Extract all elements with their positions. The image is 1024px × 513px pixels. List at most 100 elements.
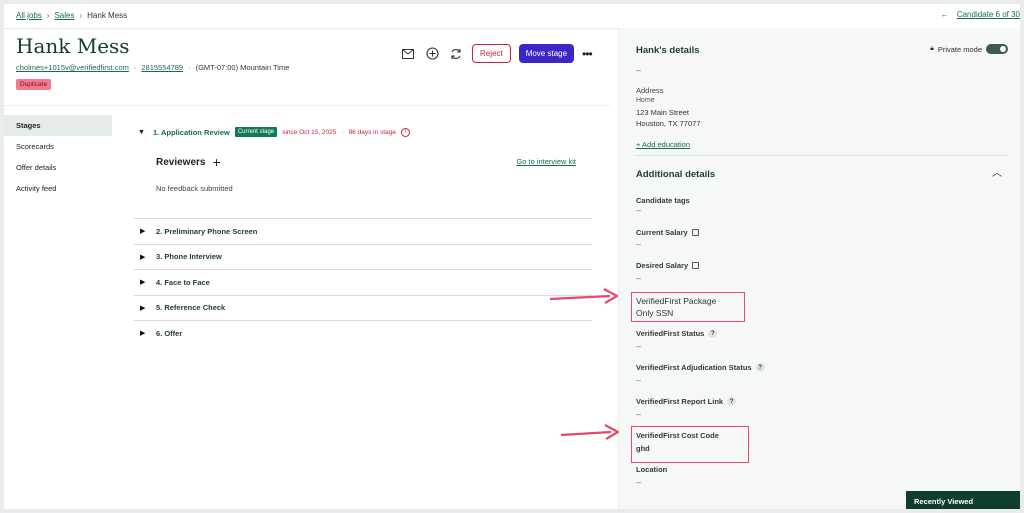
caret-right-icon[interactable]: ▶ [140, 227, 150, 235]
caret-right-icon[interactable]: ▶ [140, 304, 150, 312]
header-divider [4, 105, 610, 106]
stage-item-label: 3. Phone Interview [156, 252, 222, 262]
side-navigation: Stages Scorecards Offer details Activity… [4, 115, 112, 199]
additional-details-title: Additional details [636, 169, 716, 180]
days-in-stage: 96 days in stage [348, 128, 396, 136]
candidate-timezone: (GMT-07:00) Mountain Time [195, 63, 290, 72]
separator-dot: · [133, 63, 137, 72]
vf-status-value: -- [636, 342, 641, 351]
caret-right-icon[interactable]: ▶ [140, 329, 150, 337]
annotation-arrow-icon [560, 424, 620, 440]
chevron-right-icon: › [79, 11, 83, 20]
details-empty-value: -- [636, 66, 641, 75]
candidate-tags-value: -- [636, 206, 641, 215]
vf-adjudication-label: VerifiedFirst Adjudication Status? [636, 363, 765, 372]
candidate-navigation: ← Candidate 6 of 30 [941, 10, 1020, 19]
sidenav-offer-details[interactable]: Offer details [4, 157, 112, 178]
candidate-position-link[interactable]: Candidate 6 of 30 [957, 10, 1020, 19]
toggle-switch[interactable] [986, 44, 1008, 54]
vf-report-link-text: VerifiedFirst Report Link [636, 397, 724, 406]
recently-viewed-tab[interactable]: Recently Viewed [906, 491, 1020, 509]
vf-adjudication-value: -- [636, 376, 641, 385]
arrow-left-icon[interactable]: ← [941, 10, 949, 19]
address-type: Home [636, 97, 655, 104]
sidenav-stages[interactable]: Stages [4, 115, 112, 136]
stage-item-label: 5. Reference Check [156, 303, 226, 313]
more-options-icon[interactable]: ••• [582, 47, 593, 61]
interview-kit-link[interactable]: Go to interview kit [516, 157, 576, 166]
plus-circle-icon[interactable] [424, 46, 440, 62]
alert-info-icon[interactable]: ! [400, 127, 410, 137]
stage-application-review[interactable]: ▼ 1. Application Review Current stage si… [134, 122, 592, 142]
private-field-icon [692, 262, 700, 269]
candidate-tags-text: Candidate tags [636, 196, 690, 205]
annotation-box [631, 292, 745, 322]
chevron-right-icon: › [46, 11, 50, 20]
stage-item-label: 6. Offer [156, 328, 183, 338]
location-label: Location [636, 465, 667, 474]
candidate-name: Hank Mess [16, 34, 130, 58]
breadcrumb-all-jobs[interactable]: All jobs [16, 11, 42, 20]
caret-right-icon[interactable]: ▶ [140, 253, 150, 261]
vf-status-text: VerifiedFirst Status [636, 329, 705, 338]
stage-list: ▶ 2. Preliminary Phone Screen ▶ 3. Phone I… [134, 218, 592, 346]
private-mode-label: Private mode [937, 44, 982, 54]
stage-item-label: 2. Preliminary Phone Screen [156, 226, 258, 236]
vf-status-label: VerifiedFirst Status? [636, 329, 718, 338]
section-divider [636, 155, 1008, 156]
no-feedback-text: No feedback submitted [156, 184, 233, 193]
annotation-arrow-icon [549, 288, 619, 304]
caret-right-icon[interactable]: ▶ [140, 278, 150, 286]
location-text: Location [636, 465, 668, 474]
current-salary-text: Current Salary [636, 228, 688, 237]
private-field-icon [691, 229, 699, 236]
desired-salary-text: Desired Salary [636, 261, 689, 270]
reject-button[interactable]: Reject [472, 44, 511, 63]
current-salary-value: -- [636, 240, 641, 249]
caret-down-icon[interactable]: ▼ [138, 129, 148, 136]
candidate-tags-label: Candidate tags [636, 196, 690, 205]
header-actions: Reject Move stage ••• [400, 44, 593, 63]
details-title: Hank's details [636, 45, 700, 56]
stage-item-label: 4. Face to Face [156, 277, 210, 287]
stage-title[interactable]: 1. Application Review [153, 128, 230, 137]
move-stage-button[interactable]: Move stage [518, 44, 575, 63]
candidate-phone-link[interactable]: 2815554789 [141, 63, 183, 72]
mail-icon[interactable] [400, 46, 416, 62]
candidate-email-link[interactable]: cholmes+1015v@verifiedfirst.com [16, 63, 129, 72]
vf-report-link-label: VerifiedFirst Report Link? [636, 397, 737, 406]
stage-item[interactable]: ▶ 3. Phone Interview [134, 243, 592, 270]
chevron-up-icon[interactable]: ︿ [992, 164, 1002, 179]
stage-item[interactable]: ▶ 5. Reference Check [134, 294, 592, 321]
reviewers-label: Reviewers [156, 156, 206, 168]
stages-panel: ▼ 1. Application Review Current stage si… [134, 122, 592, 193]
separator-dot: · [341, 128, 344, 136]
stage-item[interactable]: ▶ 4. Face to Face [134, 269, 592, 295]
candidate-page: All jobs › Sales › Hank Mess ← Candidate… [4, 4, 1020, 509]
refresh-icon[interactable] [448, 46, 464, 62]
stage-item[interactable]: ▶ 6. Offer [134, 320, 592, 346]
add-education-link[interactable]: + Add education [636, 140, 690, 149]
candidate-details-panel: Hank's details 🔒︎ Private mode -- Addres… [618, 28, 1020, 509]
lock-icon: 🔒︎ [930, 45, 934, 52]
current-salary-label: Current Salary [636, 228, 699, 237]
private-mode-toggle[interactable]: 🔒︎ Private mode [930, 44, 1008, 54]
address-line2: Houston, TX 77077 [636, 119, 701, 128]
desired-salary-value: -- [636, 274, 641, 283]
candidate-contact: cholmes+1015v@verifiedfirst.com · 281555… [16, 63, 289, 72]
sidenav-scorecards[interactable]: Scorecards [4, 136, 112, 157]
vf-adjudication-text: VerifiedFirst Adjudication Status [636, 363, 752, 372]
stage-item[interactable]: ▶ 2. Preliminary Phone Screen [134, 218, 592, 244]
help-icon[interactable]: ? [708, 329, 718, 338]
sidenav-activity-feed[interactable]: Activity feed [4, 178, 112, 199]
help-icon[interactable]: ? [755, 363, 765, 372]
separator-dot: · [188, 63, 191, 72]
current-stage-badge: Current stage [234, 127, 278, 137]
address-label: Address [636, 86, 664, 95]
desired-salary-label: Desired Salary [636, 261, 700, 270]
help-icon[interactable]: ? [727, 397, 737, 406]
add-reviewer-icon[interactable]: + [212, 154, 220, 170]
annotation-box [631, 426, 749, 463]
duplicate-badge[interactable]: Duplicate [16, 79, 52, 90]
breadcrumb-sales[interactable]: Sales [54, 11, 74, 20]
